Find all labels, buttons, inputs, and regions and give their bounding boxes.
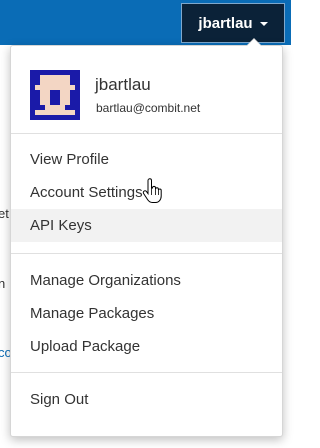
user-menu-toggle-button[interactable]: jbartlau xyxy=(181,3,285,43)
background-page-edge xyxy=(0,45,10,448)
background-text-fragment: et xyxy=(0,206,9,221)
user-header: jbartlau bartlau@combit.net xyxy=(11,46,282,133)
divider xyxy=(11,253,282,254)
dropdown-arrow xyxy=(246,38,262,46)
user-menu-toggle-label: jbartlau xyxy=(198,14,253,32)
divider xyxy=(11,372,282,373)
menu-item-sign-out[interactable]: Sign Out xyxy=(11,383,282,416)
background-text-fragment: n xyxy=(0,276,6,291)
menu-item-view-profile[interactable]: View Profile xyxy=(11,143,282,176)
hand-pointer-cursor-icon xyxy=(142,178,162,203)
menu-item-upload-package[interactable]: Upload Package xyxy=(11,330,282,363)
menu-item-api-keys[interactable]: API Keys xyxy=(11,209,282,242)
avatar xyxy=(30,70,80,120)
divider xyxy=(11,133,282,134)
caret-down-icon xyxy=(259,22,268,26)
user-dropdown-menu: jbartlau bartlau@combit.net View Profile… xyxy=(10,38,283,437)
user-email: bartlau@combit.net xyxy=(96,101,201,115)
user-name: jbartlau xyxy=(95,75,151,94)
menu-item-manage-organizations[interactable]: Manage Organizations xyxy=(11,264,282,297)
menu-item-manage-packages[interactable]: Manage Packages xyxy=(11,297,282,330)
